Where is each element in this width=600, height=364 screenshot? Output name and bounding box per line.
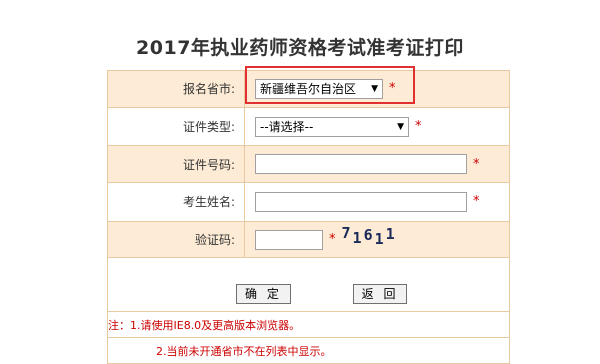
confirm-button[interactable]: 确 定 <box>236 283 291 304</box>
name-cell: * <box>244 182 510 222</box>
note-row-1: 注：1.请使用IE8.0及更高版本浏览器。 <box>107 311 510 339</box>
name-row: 考生姓名: * <box>107 182 510 222</box>
id-number-input[interactable] <box>255 154 467 175</box>
province-label: 报名省市: <box>107 70 245 108</box>
id-type-row: 证件类型: --请选择-- ▼ * <box>107 106 510 147</box>
name-label: 考生姓名: <box>107 182 245 222</box>
admission-ticket-form: 报名省市: 新疆维吾尔自治区 ▼ * 证件类型: --请选择-- ▼ * 证件号… <box>107 70 510 364</box>
id-number-cell: * <box>244 145 510 184</box>
captcha-cell: * 71611 <box>244 220 510 259</box>
button-row: 确 定 返 回 <box>107 257 510 313</box>
id-type-cell: --请选择-- ▼ * <box>244 106 510 147</box>
captcha-input[interactable] <box>255 229 323 250</box>
id-type-select[interactable]: --请选择-- ▼ <box>255 116 409 137</box>
id-number-label: 证件号码: <box>107 145 245 184</box>
captcha-label: 验证码: <box>107 220 245 259</box>
note-cell-1: 注：1.请使用IE8.0及更高版本浏览器。 <box>107 311 510 339</box>
note-cell-2: 2.当前未开通省市不在列表中显示。 <box>107 337 510 364</box>
required-mark: * <box>473 194 480 210</box>
name-input[interactable] <box>255 191 467 212</box>
chevron-down-icon: ▼ <box>397 121 404 132</box>
captcha-row: 验证码: * 71611 <box>107 220 510 259</box>
id-type-label: 证件类型: <box>107 106 245 147</box>
id-type-select-value: --请选择-- <box>260 120 314 134</box>
button-cell: 确 定 返 回 <box>107 257 510 313</box>
browser-note: 注：1.请使用IE8.0及更高版本浏览器。 <box>108 318 301 332</box>
id-number-row: 证件号码: * <box>107 145 510 184</box>
back-button[interactable]: 返 回 <box>352 283 408 304</box>
required-mark: * <box>415 119 422 134</box>
province-highlight-box <box>245 66 415 104</box>
province-note: 2.当前未开通省市不在列表中显示。 <box>156 344 332 358</box>
required-mark: * <box>329 232 336 248</box>
page-title: 2017年执业药师资格考试准考证打印 <box>136 37 464 59</box>
note-row-2: 2.当前未开通省市不在列表中显示。 <box>107 337 510 364</box>
captcha-image[interactable]: 71611 <box>342 224 397 248</box>
required-mark: * <box>473 156 480 172</box>
